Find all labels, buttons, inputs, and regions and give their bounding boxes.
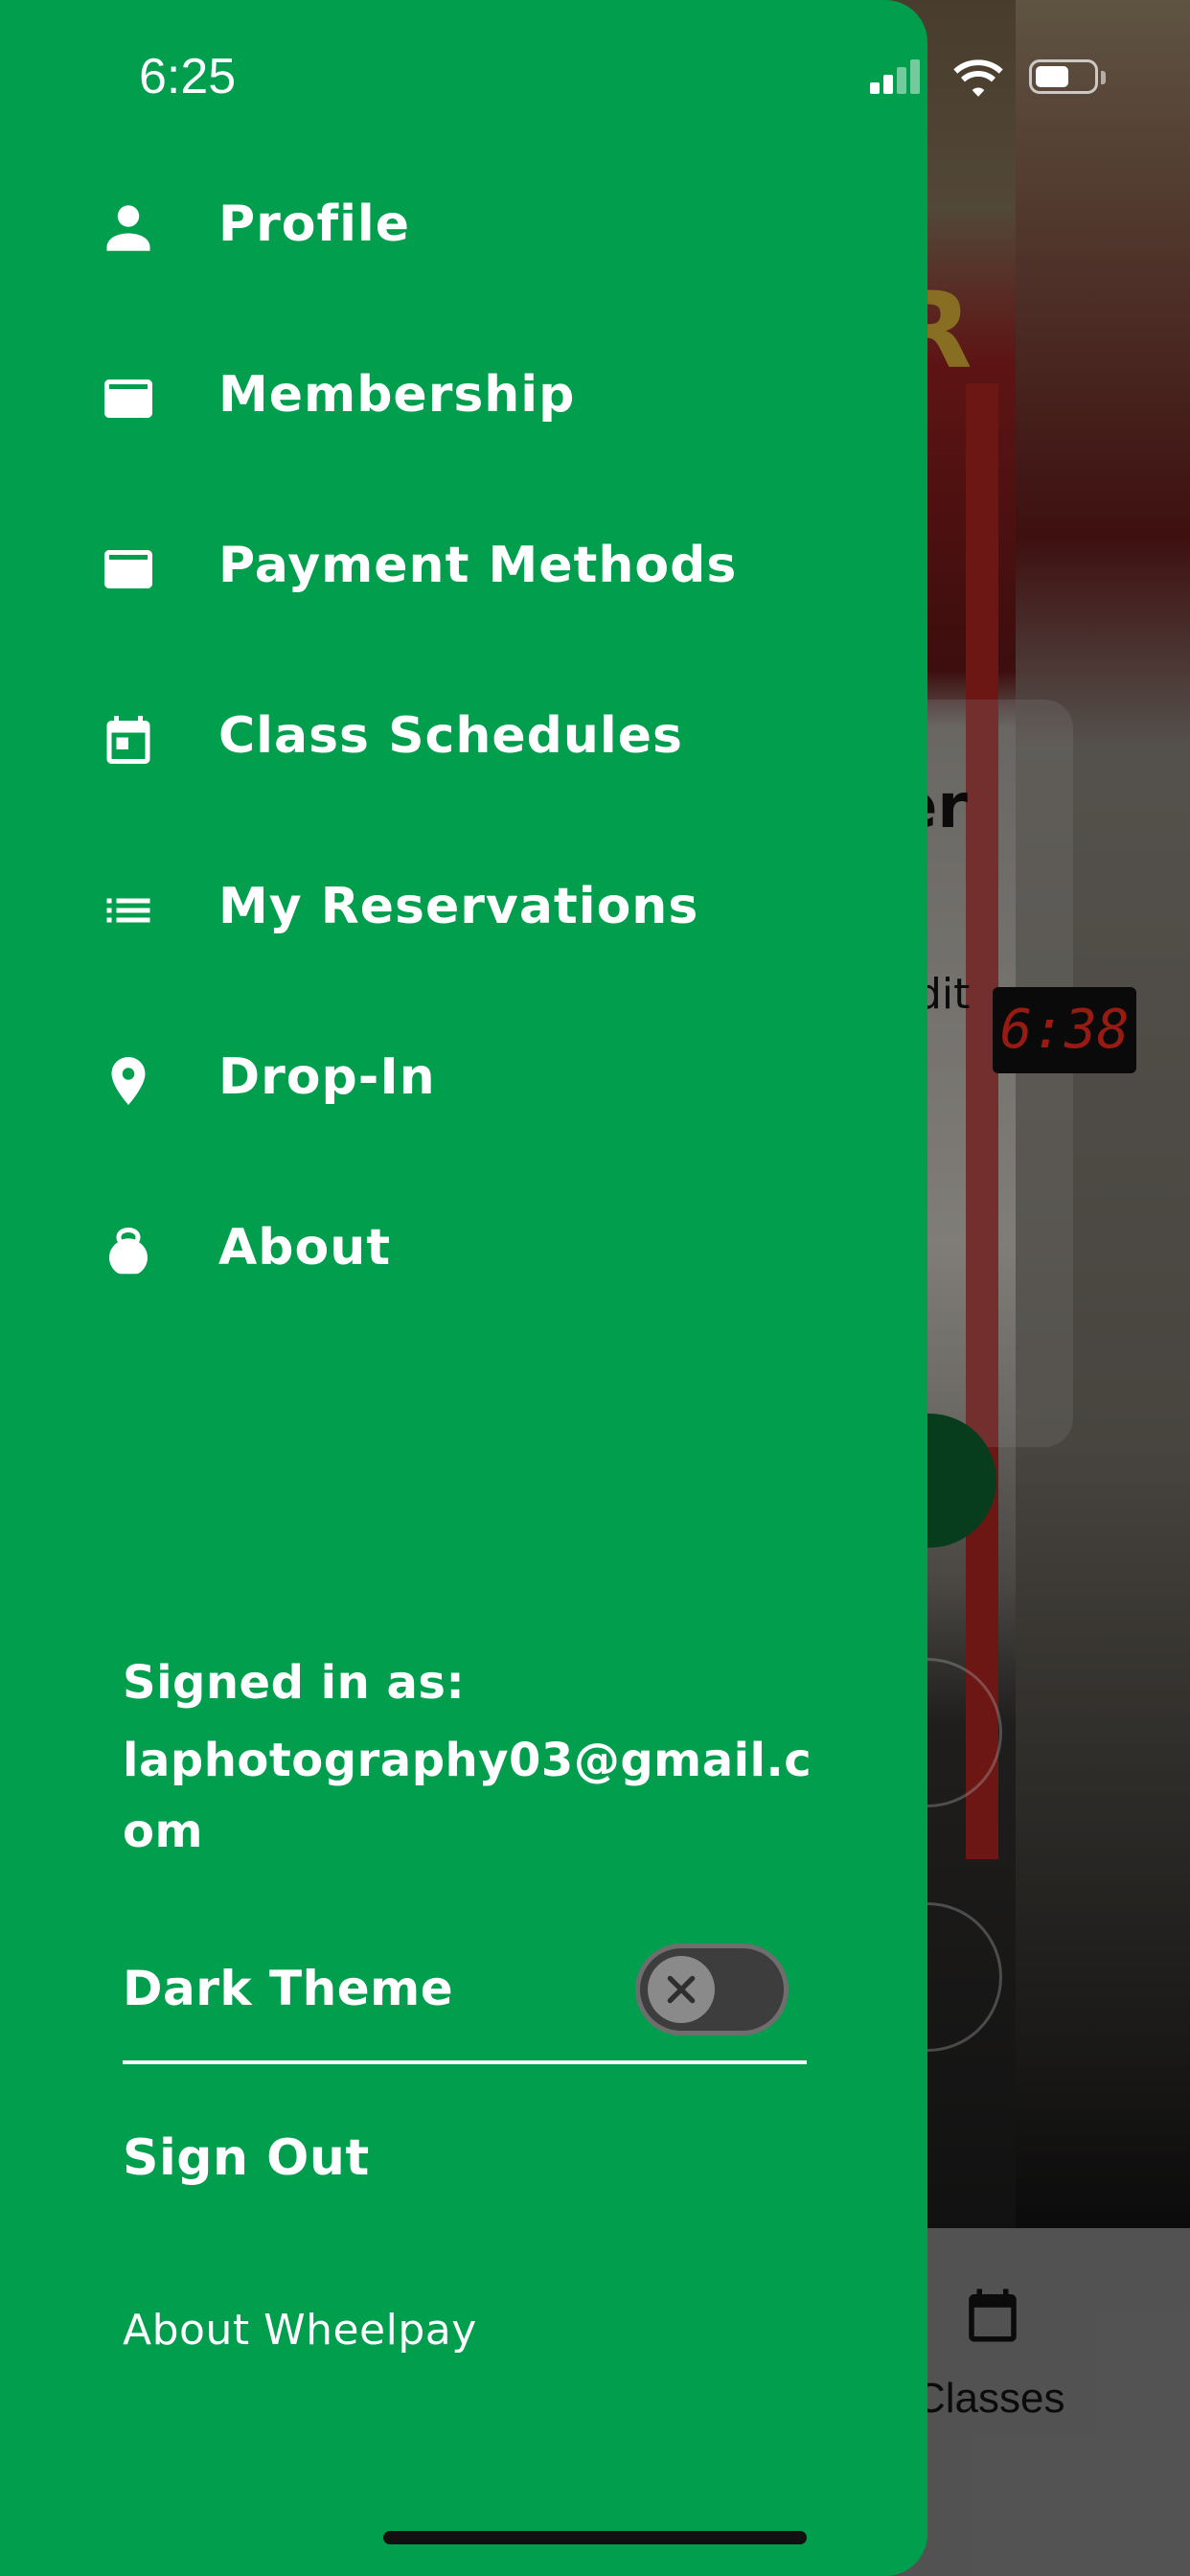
location-pin-icon	[111, 1057, 146, 1105]
menu-item-membership[interactable]: Membership	[0, 341, 927, 456]
menu-item-label: About	[218, 1219, 392, 1276]
dark-theme-toggle[interactable]	[635, 1944, 789, 2036]
menu-item-label: Class Schedules	[218, 707, 683, 765]
cellular-signal-icon	[868, 58, 926, 96]
credit-card-icon	[104, 550, 152, 588]
home-indicator[interactable]	[383, 2531, 807, 2544]
signed-in-email: laphotography03@gmail.com	[123, 1734, 812, 1858]
menu-item-label: My Reservations	[218, 878, 699, 935]
toggle-knob	[648, 1956, 715, 2023]
menu-item-my-reservations[interactable]: My Reservations	[0, 853, 927, 968]
person-icon	[106, 205, 150, 251]
credit-card-icon	[104, 380, 152, 418]
calendar-icon	[106, 716, 150, 764]
menu-item-label: Drop-In	[218, 1048, 436, 1106]
list-icon	[106, 898, 150, 923]
menu-item-about[interactable]: About	[0, 1194, 927, 1309]
menu-item-label: Payment Methods	[218, 537, 738, 594]
menu-item-drop-in[interactable]: Drop-In	[0, 1024, 927, 1138]
menu-item-label: Profile	[218, 196, 411, 253]
dark-theme-row: Dark Theme	[123, 1936, 807, 2060]
status-bar-icons	[868, 58, 1117, 97]
dark-theme-label: Dark Theme	[123, 1961, 454, 2016]
kettlebell-icon	[109, 1228, 148, 1275]
navigation-drawer: 6:25 Profile Membership Payment Methods …	[0, 0, 1106, 2576]
menu-item-label: Membership	[218, 366, 576, 424]
battery-tip	[1101, 71, 1106, 84]
divider	[123, 2060, 807, 2064]
menu-item-class-schedules[interactable]: Class Schedules	[0, 682, 927, 797]
status-bar-time: 6:25	[139, 49, 237, 104]
about-wheelpay-link[interactable]: About Wheelpay	[123, 2306, 477, 2355]
menu-item-profile[interactable]: Profile	[0, 171, 927, 286]
signed-in-label: Signed in as:	[123, 1656, 466, 1710]
sign-out-button[interactable]: Sign Out	[123, 2129, 370, 2187]
close-icon	[667, 1975, 696, 2004]
wifi-icon	[953, 59, 1003, 97]
menu-item-payment-methods[interactable]: Payment Methods	[0, 512, 927, 627]
battery-icon	[1029, 59, 1098, 94]
